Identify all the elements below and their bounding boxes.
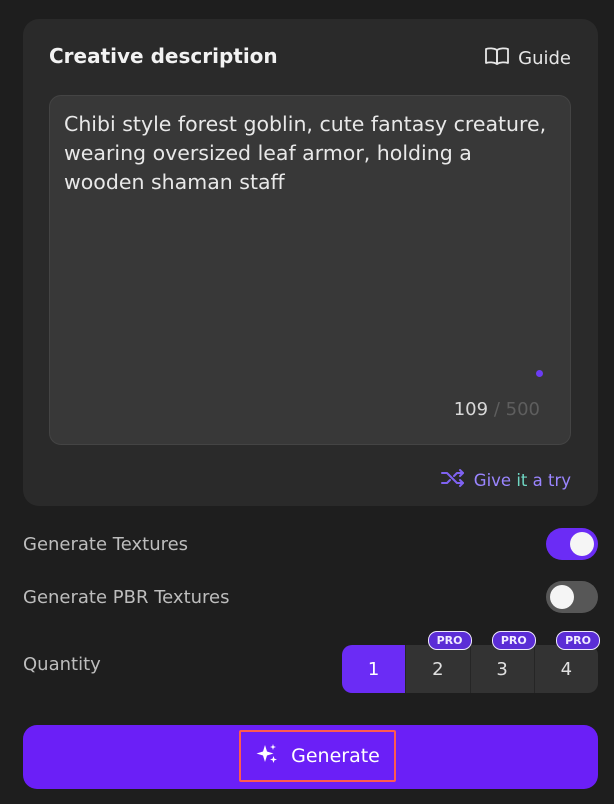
generate-label: Generate: [291, 745, 380, 767]
quantity-option-3[interactable]: 3 PRO: [470, 631, 536, 693]
quantity-option-1[interactable]: 1: [342, 645, 407, 693]
try-prefix: Give: [473, 470, 517, 490]
creative-description-card: Creative description Guide Chibi style f…: [23, 19, 598, 506]
guide-button[interactable]: Guide: [484, 46, 571, 71]
generate-textures-toggle[interactable]: [546, 528, 598, 560]
generate-pbr-textures-toggle[interactable]: [546, 581, 598, 613]
guide-label: Guide: [518, 48, 571, 69]
book-open-icon: [484, 46, 510, 71]
generate-pbr-textures-label: Generate PBR Textures: [23, 587, 230, 608]
char-separator: /: [493, 399, 500, 420]
generate-textures-label: Generate Textures: [23, 534, 189, 555]
card-title: Creative description: [49, 44, 278, 68]
char-count: 109: [453, 399, 489, 420]
quantity-label: Quantity: [23, 654, 101, 675]
generate-button-content[interactable]: Generate: [239, 730, 396, 782]
pro-badge: PRO: [427, 631, 472, 650]
quantity-selector: 1 2 PRO 3 PRO 4 PRO: [342, 631, 600, 693]
try-label: Give it a try: [474, 471, 571, 490]
try-suffix: a try: [527, 470, 571, 490]
toggle-knob: [550, 585, 574, 609]
generate-button[interactable]: Generate: [23, 725, 598, 789]
pro-badge: PRO: [491, 631, 536, 650]
quantity-option-label: 1: [367, 658, 380, 680]
cursor-dot: [536, 370, 543, 377]
pro-badge: PRO: [556, 631, 600, 650]
char-max: 500: [505, 399, 540, 420]
quantity-option-label: 4: [560, 658, 573, 680]
char-counter: 109 / 500: [454, 399, 540, 420]
description-textarea[interactable]: Chibi style forest goblin, cute fantasy …: [49, 95, 571, 445]
give-it-a-try-link[interactable]: Give it a try: [440, 468, 571, 492]
quantity-option-2[interactable]: 2 PRO: [406, 631, 472, 693]
description-text[interactable]: Chibi style forest goblin, cute fantasy …: [64, 110, 556, 197]
sparkle-icon: [255, 742, 279, 771]
quantity-option-label: 3: [496, 658, 508, 680]
quantity-option-label: 2: [432, 658, 444, 680]
quantity-option-4[interactable]: 4 PRO: [534, 631, 600, 693]
try-highlight: it: [516, 470, 528, 490]
toggle-knob: [570, 532, 594, 556]
shuffle-icon: [440, 468, 466, 492]
